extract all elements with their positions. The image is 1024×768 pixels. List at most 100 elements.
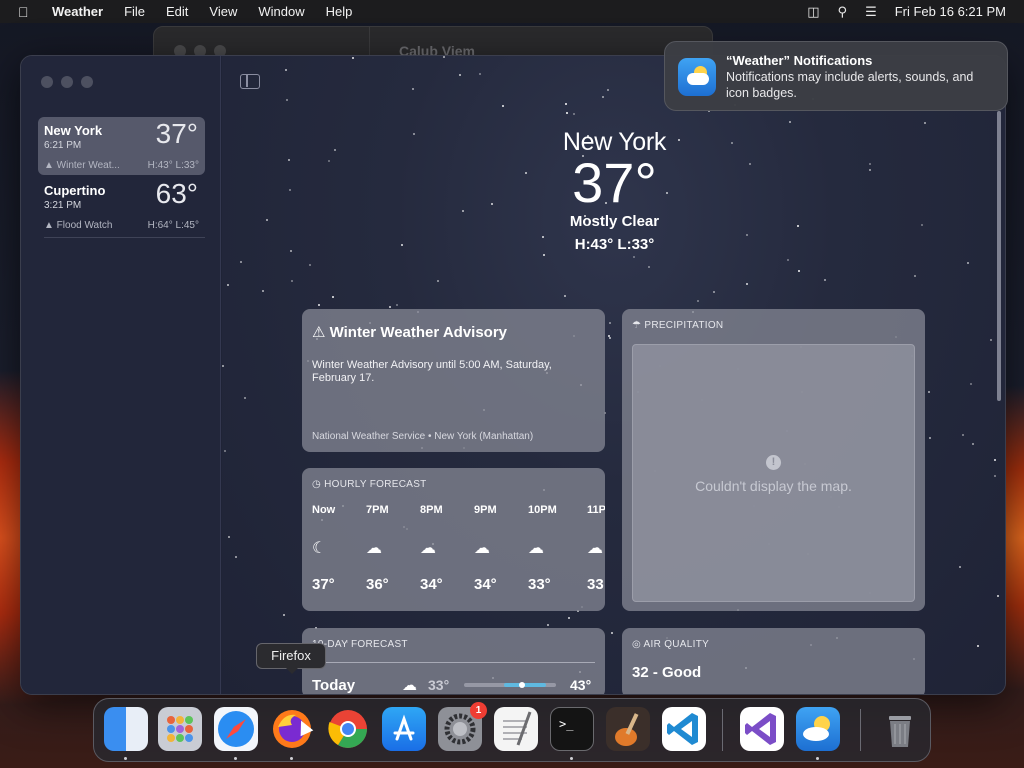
hour-time: Now [312,504,336,516]
safari-icon[interactable] [214,707,258,751]
notification-title: “Weather” Notifications [726,53,873,68]
cloud-icon: ☁ [528,540,544,557]
location-item-new-york[interactable]: New York 6:21 PM 37° ▲ Winter Weat... H:… [38,117,205,175]
main-scrollbar[interactable] [997,111,1001,401]
snow-particle [443,56,445,58]
menu-edit[interactable]: Edit [166,4,188,19]
advisory-card[interactable]: ⚠ Winter Weather Advisory Winter Weather… [302,309,605,452]
menu-help[interactable]: Help [326,4,353,19]
snow-particle [459,74,461,76]
locations-sidebar: New York 6:21 PM 37° ▲ Winter Weat... H:… [21,56,221,694]
vscode-icon[interactable] [662,707,706,751]
menu-file[interactable]: File [124,4,145,19]
snow-particle [928,391,930,393]
location-alert: ▲ Flood Watch [44,220,113,231]
temperature-range-bar [464,682,556,688]
snow-particle [977,645,979,647]
snow-particle [914,275,916,277]
hour-column: 7PM ☁ 36° [366,504,406,593]
hour-column: 11PM ☁ 33 [587,504,605,593]
cloud-icon: ☁ [366,540,382,557]
snow-particle [412,88,414,90]
launchpad-icon[interactable] [158,707,202,751]
snow-particle [244,397,246,399]
chrome-icon[interactable] [326,707,370,751]
menu-view[interactable]: View [209,4,237,19]
menu-bar:  Weather File Edit View Window Help ◫ ⚲… [0,0,1024,23]
hour-temp: 33 [587,576,604,593]
hour-column: Now ☾ 37° [312,504,352,593]
dock: 1 >_ [93,698,931,762]
snow-particle [227,284,229,286]
window-zoom-button[interactable] [81,76,93,88]
current-conditions: New York 37° Mostly Clear H:43° L:33° [222,128,1005,253]
terminal-icon[interactable]: >_ [550,707,594,751]
menu-clock[interactable]: Fri Feb 16 6:21 PM [895,4,1006,19]
snow-particle [959,566,961,568]
visual-studio-icon[interactable] [740,707,784,751]
weather-window: New York 6:21 PM 37° ▲ Winter Weat... H:… [20,55,1006,695]
location-item-cupertino[interactable]: Cupertino 3:21 PM 63° ▲ Flood Watch H:64… [38,177,205,238]
precipitation-card[interactable]: ☂ PRECIPITATION ! Couldn't display the m… [622,309,925,611]
hour-column: 9PM ☁ 34° [474,504,514,593]
apple-menu-icon[interactable]:  [18,4,38,20]
current-condition: Mostly Clear [569,213,660,230]
weather-icon[interactable] [796,707,840,751]
menu-app-weather[interactable]: Weather [52,4,103,19]
hourly-header: ◷ HOURLY FORECAST [312,479,427,490]
hour-time: 8PM [420,504,443,516]
svg-text:>_: >_ [559,717,574,731]
current-temperature: 37° [572,151,657,214]
control-center-icon[interactable]: ☰ [865,4,877,20]
location-separator [44,237,205,238]
snow-particle [565,103,567,105]
snow-particle [286,99,288,101]
snow-particle [609,337,611,339]
snow-particle [240,261,242,263]
screen-mirroring-icon[interactable]: ◫ [807,4,819,20]
snow-particle [568,617,570,619]
window-minimize-button[interactable] [61,76,73,88]
snow-particle [798,270,800,272]
tenday-divider [312,662,595,663]
finder-icon[interactable] [104,707,148,751]
air-quality-value: 32 - Good [632,664,702,681]
snow-particle [824,279,826,281]
dock-tooltip: Firefox [256,643,326,674]
running-indicator [234,757,237,760]
snow-particle [967,262,969,264]
app-store-icon[interactable] [382,707,426,751]
advisory-source: National Weather Service • New York (Man… [312,431,534,442]
snow-particle [962,434,964,436]
snow-particle [396,304,398,306]
snow-particle [222,365,224,367]
snow-particle [970,383,972,385]
hour-time: 7PM [366,504,389,516]
hour-temp: 37° [312,576,335,593]
snow-particle [285,69,287,71]
snow-particle [611,632,613,634]
location-hilo: H:43° L:33° [147,160,199,171]
hourly-forecast-card[interactable]: ◷ HOURLY FORECAST Now ☾ 37° 7PM ☁ 36° 8P… [302,468,605,611]
snow-particle [224,450,226,452]
trash-icon[interactable] [878,707,922,751]
dock-separator [722,709,723,751]
notification-body: Notifications may include alerts, sounds… [726,70,974,100]
snow-particle [564,295,566,297]
snow-particle [994,475,996,477]
running-indicator [570,757,573,760]
weather-notification-banner[interactable]: “Weather” Notifications Notifications ma… [664,41,1008,111]
air-quality-card[interactable]: ◎ AIR QUALITY 32 - Good [622,628,925,694]
spotlight-search-icon[interactable]: ⚲ [838,4,848,20]
window-close-button[interactable] [41,76,53,88]
ten-day-forecast-card[interactable]: 10-DAY FORECAST Today ☁ 33° 43° [302,628,605,694]
sidebar-toggle-icon[interactable] [240,74,260,89]
snow-particle [309,264,311,266]
cloud-icon: ☁ [402,677,417,694]
precipitation-header: ☂ PRECIPITATION [632,320,724,331]
menu-window[interactable]: Window [258,4,304,19]
running-indicator [124,757,127,760]
snow-particle [713,291,715,293]
textedit-icon[interactable] [494,707,538,751]
garageband-icon[interactable] [606,707,650,751]
